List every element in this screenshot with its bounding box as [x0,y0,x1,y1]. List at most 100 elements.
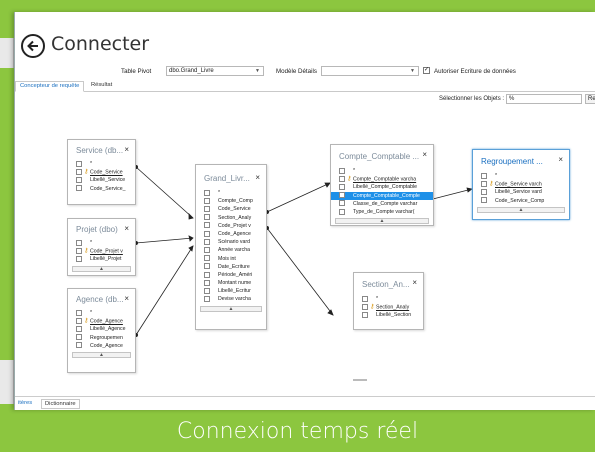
tab-query-designer[interactable]: Concepteur de requête [15,81,85,92]
checkbox[interactable] [76,177,82,183]
column-row[interactable]: Type_de_Compte varchar( [331,208,433,216]
column-row[interactable]: Mois int [196,255,266,263]
column-row[interactable]: * [68,309,135,317]
autoriser-checkbox[interactable]: ✓ [423,67,430,74]
checkbox[interactable] [481,197,487,204]
column-row[interactable]: Classe_de_Compte varchar [331,200,433,208]
checkbox[interactable] [204,214,210,221]
checkbox[interactable] [76,309,82,316]
checkbox[interactable] [204,197,210,204]
column-row[interactable]: ⚷ Compte_Comptable varcha [331,175,433,183]
checkbox[interactable] [204,263,210,270]
tab-criteria[interactable]: itères [15,399,35,407]
checkbox[interactable] [204,287,210,294]
objects-filter-input[interactable]: % [506,94,582,104]
table-card-section-analytique[interactable]: Section_An... × * ⚷ Section_Analy Libellé_… [353,272,424,330]
checkbox[interactable] [76,318,82,325]
column-row[interactable]: Devise varcha [196,295,266,303]
table-pivot-select[interactable]: dbo.Grand_Livre ▼ [166,66,264,76]
tab-result[interactable]: Résultat [87,81,116,92]
close-icon[interactable]: × [422,150,427,159]
column-row[interactable]: Libellé_Ecritur [196,287,266,295]
table-card-agence[interactable]: Agence (db... × * ⚷ Code_Agence Libellé_Ag… [67,288,136,373]
column-row[interactable]: ⚷ Code_Projet v [68,247,135,255]
checkbox[interactable] [481,181,487,188]
checkbox[interactable] [204,246,210,253]
column-row[interactable]: Regroupemen [68,334,135,342]
table-card-grand-livre[interactable]: Grand_Livr... × * Compte_Comp Code_Servic… [195,164,267,330]
column-row-selected[interactable]: Compte_Comptable_Comple [331,191,433,200]
close-icon[interactable]: × [124,224,129,233]
table-card-compte-comptable[interactable]: Compte_Comptable ... × * ⚷ Compte_Comptabl… [330,144,434,226]
column-row[interactable]: ⚷ Code_Service varch [473,180,569,188]
column-row[interactable]: Code_Service_Comp [473,197,569,205]
checkbox[interactable] [204,238,210,245]
scrollbar-thumb[interactable] [353,379,367,381]
close-icon[interactable]: × [255,173,260,182]
column-row[interactable]: Date_Ecriture [196,263,266,271]
column-row[interactable]: ⚷ Code_Agence [68,317,135,325]
column-row[interactable]: Libellé_Service vard [473,188,569,196]
column-row[interactable]: Code_Agence [196,230,266,238]
table-scroll-button[interactable]: ▲ [200,305,262,312]
checkbox[interactable] [339,200,345,207]
back-button[interactable] [21,34,45,58]
modele-select[interactable]: ▼ [321,66,419,76]
checkbox[interactable] [76,248,82,255]
checkbox[interactable] [204,271,210,278]
checkbox[interactable] [76,185,82,192]
checkbox[interactable] [204,255,210,262]
checkbox[interactable] [362,295,368,302]
column-row[interactable]: Section_Analy [196,214,266,222]
column-row[interactable]: Code_Agence [68,342,135,350]
checkbox[interactable] [481,172,487,179]
table-scroll-button[interactable]: ▲ [335,218,429,225]
column-row[interactable]: Compte_Comp [196,197,266,205]
column-row[interactable]: * [331,167,433,175]
checkbox[interactable] [362,304,368,311]
table-card-service[interactable]: Service (db... × * ⚷ Code_Service Libellé_… [67,139,136,205]
checkbox[interactable] [339,192,345,199]
refresh-button[interactable]: Re [585,94,595,104]
checkbox[interactable] [76,334,82,341]
checkbox[interactable] [204,206,210,212]
column-row[interactable]: * [354,295,423,303]
checkbox[interactable] [76,256,82,262]
checkbox[interactable] [204,296,210,303]
checkbox[interactable] [204,230,210,237]
column-row[interactable]: ⚷ Section_Analy [354,303,423,311]
checkbox[interactable] [339,184,345,190]
checkbox[interactable] [339,176,345,183]
checkbox[interactable] [204,189,210,196]
column-row[interactable]: Code_Service_ [68,185,135,193]
table-scroll-button[interactable]: ▲ [72,351,131,358]
checkbox[interactable] [76,160,82,167]
column-row[interactable]: Libellé_Section [354,311,423,319]
checkbox[interactable] [362,312,368,318]
column-row[interactable]: ⚷ Code_Service [68,168,135,176]
checkbox[interactable] [339,208,345,215]
table-scroll-button[interactable]: ▲ [477,206,565,213]
checkbox[interactable] [76,169,82,176]
column-row[interactable]: Libellé_Service [68,176,135,184]
column-row[interactable]: Période_Améri [196,271,266,279]
column-row[interactable]: Scénario vard [196,238,266,246]
column-row[interactable]: Code_Projet v [196,222,266,230]
checkbox[interactable] [339,167,345,174]
horizontal-scrollbar[interactable] [15,376,595,384]
tab-dictionary[interactable]: Dictionnaire [41,399,80,409]
checkbox[interactable] [76,239,82,246]
column-row[interactable]: Code_Service [196,205,266,213]
query-designer-canvas[interactable]: Service (db... × * ⚷ Code_Service Libellé_… [15,112,595,374]
checkbox[interactable] [204,279,210,286]
checkbox[interactable] [76,342,82,349]
close-icon[interactable]: × [558,155,563,164]
close-icon[interactable]: × [412,278,417,287]
column-row[interactable]: * [68,160,135,168]
column-row[interactable]: Libellé_Projet [68,255,135,263]
column-row[interactable]: Montant nume [196,279,266,287]
column-row[interactable]: Libellé_Agence [68,325,135,333]
close-icon[interactable]: × [124,294,129,303]
column-row[interactable]: * [196,189,266,197]
column-row[interactable]: Année varcha [196,246,266,254]
